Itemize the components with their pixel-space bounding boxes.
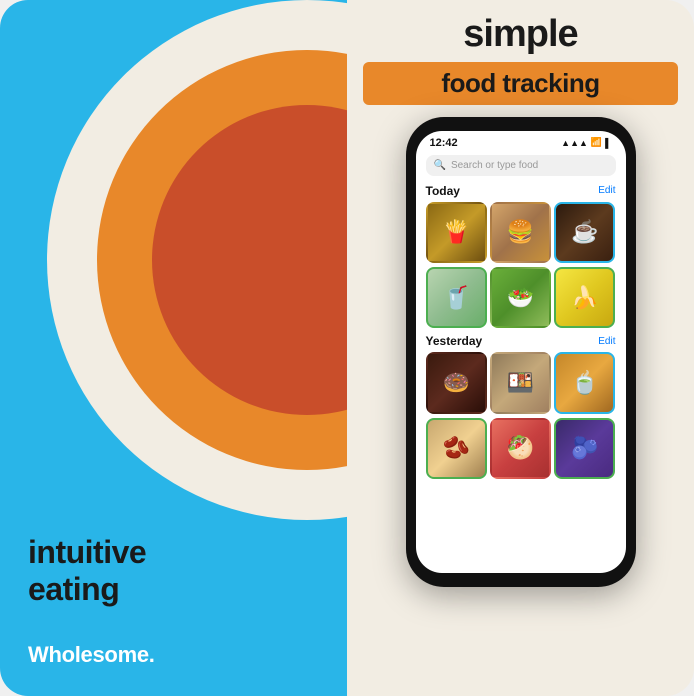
today-grid-row2: 🥤 🥗 🍌 <box>416 267 626 332</box>
title-food-tracking: food tracking <box>363 62 678 105</box>
status-icons: ▲▲▲ 📶 ▌ <box>561 137 611 148</box>
bowl-image: 🥙 <box>492 420 549 477</box>
coffee-image: ☕ <box>556 204 613 261</box>
rice-image: 🍱 <box>492 354 549 411</box>
right-panel: simple food tracking 12:42 ▲▲▲ 📶 ▌ 🔍 Sea… <box>347 0 694 696</box>
status-time: 12:42 <box>430 137 458 149</box>
right-header: simple food tracking <box>347 14 694 105</box>
section-edit-yesterday[interactable]: Edit <box>598 336 615 347</box>
chickpeas-image: 🫘 <box>428 420 485 477</box>
food-cell-coffee[interactable]: ☕ <box>554 202 615 263</box>
banana-image: 🍌 <box>556 269 613 326</box>
section-edit-today[interactable]: Edit <box>598 185 615 196</box>
food-cell-banana[interactable]: 🍌 <box>554 267 615 328</box>
smoothie-image: 🥤 <box>428 269 485 326</box>
tea-image: 🍵 <box>556 354 613 411</box>
food-cell-donut[interactable]: 🍩 <box>426 352 487 413</box>
status-bar: 12:42 ▲▲▲ 📶 ▌ <box>416 131 626 153</box>
food-cell-tea[interactable]: 🍵 <box>554 352 615 413</box>
phone-screen: 12:42 ▲▲▲ 📶 ▌ 🔍 Search or type food Toda… <box>416 131 626 573</box>
tagline: intuitive eating <box>28 534 319 608</box>
phone-mockup: 12:42 ▲▲▲ 📶 ▌ 🔍 Search or type food Toda… <box>406 117 636 587</box>
food-cell-blueberries[interactable]: 🫐 <box>554 418 615 479</box>
food-cell-smoothie[interactable]: 🥤 <box>426 267 487 328</box>
salad-image: 🥗 <box>492 269 549 326</box>
food-cell-chickpeas[interactable]: 🫘 <box>426 418 487 479</box>
section-title-today: Today <box>426 184 460 198</box>
decorative-arcs <box>47 0 347 600</box>
fries-image: 🍟 <box>428 204 485 261</box>
battery-icon: ▌ <box>605 138 611 148</box>
burger-image: 🍔 <box>492 204 549 261</box>
signal-icon: ▲▲▲ <box>561 138 588 148</box>
donut-image: 🍩 <box>428 354 485 411</box>
blueberries-image: 🫐 <box>556 420 613 477</box>
search-bar[interactable]: 🔍 Search or type food <box>426 155 616 176</box>
wifi-icon: 📶 <box>591 137 602 148</box>
food-cell-burger[interactable]: 🍔 <box>490 202 551 263</box>
title-simple: simple <box>363 14 678 56</box>
left-panel: intuitive eating Wholesome. <box>0 0 347 696</box>
today-grid-row1: 🍟 🍔 ☕ <box>416 202 626 267</box>
food-cell-salad[interactable]: 🥗 <box>490 267 551 328</box>
brand-name: Wholesome. <box>28 642 155 668</box>
section-header-today: Today Edit <box>416 182 626 202</box>
tagline-line1: intuitive <box>28 534 319 571</box>
section-header-yesterday: Yesterday Edit <box>416 332 626 352</box>
yesterday-grid-row1: 🍩 🍱 🍵 <box>416 352 626 417</box>
food-cell-fries[interactable]: 🍟 <box>426 202 487 263</box>
tagline-line2: eating <box>28 571 319 608</box>
search-placeholder-text: Search or type food <box>451 160 538 171</box>
food-cell-bowl[interactable]: 🥙 <box>490 418 551 479</box>
section-title-yesterday: Yesterday <box>426 334 483 348</box>
food-cell-rice[interactable]: 🍱 <box>490 352 551 413</box>
search-icon: 🔍 <box>434 160 446 171</box>
yesterday-grid-row2: 🫘 🥙 🫐 <box>416 418 626 483</box>
